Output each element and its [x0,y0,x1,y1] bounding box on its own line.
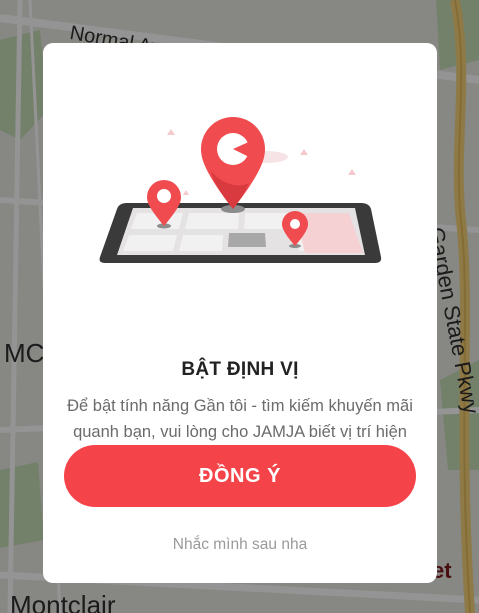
phone-map-location-pin-illustration [99,117,382,263]
dialog-title: BẬT ĐỊNH VỊ [181,359,299,380]
remind-later-link[interactable]: Nhắc mình sau nha [43,536,437,554]
location-permission-dialog: BẬT ĐỊNH VỊ Để bật tính năng Gần tôi - t… [43,43,437,583]
agree-button[interactable]: ĐỒNG Ý [64,445,416,507]
